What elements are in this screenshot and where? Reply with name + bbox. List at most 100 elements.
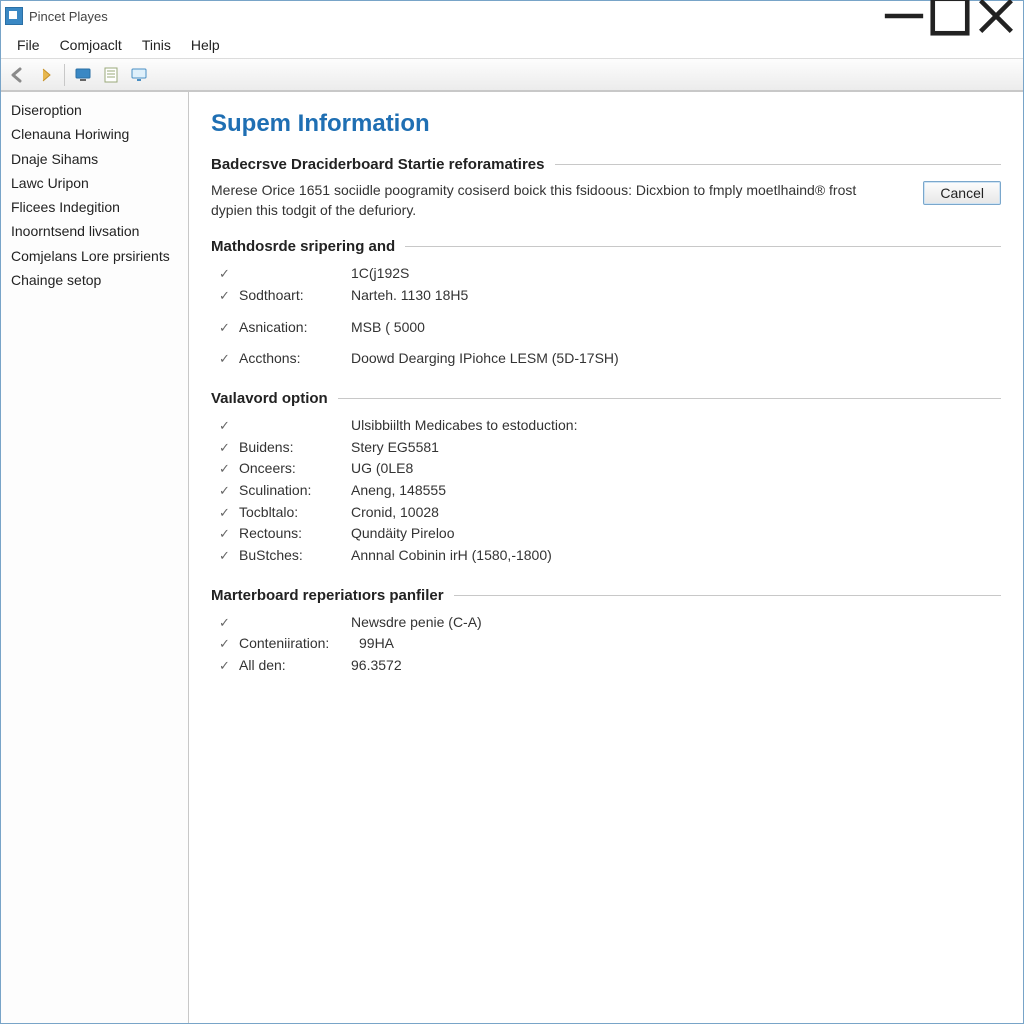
check-icon: ✓ (219, 633, 239, 654)
kv-label: Onceers: (239, 458, 351, 480)
kv-label: All den: (239, 655, 351, 677)
sidebar-item-flicees-indegition[interactable]: Flicees Indegition (1, 195, 188, 219)
kv-value: Aneng, 148555 (351, 480, 1001, 502)
section3-list: ✓ Ulsibbiilth Medicabes to estoduction: … (219, 415, 1001, 567)
menu-tinis[interactable]: Tinis (132, 34, 181, 56)
sidebar-item-chainge-setop[interactable]: Chainge setop (1, 268, 188, 292)
sidebar-item-diseroption[interactable]: Diseroption (1, 98, 188, 122)
kv-row: ✓ Accthons: Doowd Dearging IPiohce LESM … (219, 348, 1001, 370)
close-button[interactable] (973, 1, 1019, 31)
menu-comjoaclt[interactable]: Comjoaclt (50, 34, 132, 56)
sidebar-item-dnaje-sihams[interactable]: Dnaje Sihams (1, 147, 188, 171)
toolbar-forward-button[interactable] (33, 63, 59, 87)
check-icon: ✓ (219, 348, 239, 369)
kv-value: Narteh. 1130 18H5 (351, 285, 1001, 307)
kv-value: MSB ( 5000 (351, 317, 1001, 339)
menu-file[interactable]: File (7, 34, 50, 56)
kv-value: 99HA (359, 633, 1001, 655)
kv-value: Qundäity Pireloo (351, 523, 1001, 545)
menu-help[interactable]: Help (181, 34, 230, 56)
section4-label: Marterboard reperiatıors panfiler (211, 587, 444, 604)
kv-row: ✓ Conteniiration: 99HA (219, 633, 1001, 655)
kv-row: ✓ Sculination: Aneng, 148555 (219, 480, 1001, 502)
kv-value: 96.3572 (351, 655, 1001, 677)
minimize-button[interactable] (881, 1, 927, 31)
kv-row: ✓ Sodthoart: Narteh. 1130 18H5 (219, 285, 1001, 307)
kv-row: ✓ BuStches: Annnal Cobinin irH (1580,-18… (219, 545, 1001, 567)
sidebar-item-comjelans[interactable]: Comjelans Lore prsirients (1, 244, 188, 268)
check-icon: ✓ (219, 523, 239, 544)
intro-text: Merese Orice 1651 sociidle poogramity co… (211, 181, 899, 220)
kv-row: ✓ 1C(j192S (219, 263, 1001, 285)
section3-label: Vaılavord option (211, 390, 328, 407)
kv-row: ✓ Buidens: Stery EG5581 (219, 437, 1001, 459)
main-content: Supem Information Badecrsve Draciderboar… (189, 92, 1023, 1023)
toolbar-document-button[interactable] (98, 63, 124, 87)
check-icon: ✓ (219, 502, 239, 523)
kv-row: ✓ Rectouns: Qundäity Pireloo (219, 523, 1001, 545)
monitor-icon (74, 66, 92, 84)
app-icon (5, 7, 23, 25)
kv-value: UG (0LE8 (351, 458, 1001, 480)
section1-label: Badecrsve Draciderboard Startie reforama… (211, 156, 545, 173)
kv-row: ✓ Tocbltalo: Cronid, 10028 (219, 502, 1001, 524)
app-window: Pincet Playes File Comjoaclt Tinis Help (0, 0, 1024, 1024)
kv-label: Sculination: (239, 480, 351, 502)
section2-header: Mathdosrde sripering and (211, 238, 1001, 255)
display-icon (130, 66, 148, 84)
section3-header: Vaılavord option (211, 390, 1001, 407)
section2-label: Mathdosrde sripering and (211, 238, 395, 255)
kv-row: ✓ Onceers: UG (0LE8 (219, 458, 1001, 480)
section4-rule (454, 595, 1001, 596)
sidebar-item-inoorntsend[interactable]: Inoorntsend livsation (1, 219, 188, 243)
section4-header: Marterboard reperiatıors panfiler (211, 587, 1001, 604)
check-icon: ✓ (219, 285, 239, 306)
kv-value: Stery EG5581 (351, 437, 1001, 459)
kv-label: Asnication: (239, 317, 351, 339)
section1-rule (555, 164, 1002, 165)
app-title: Pincet Playes (29, 9, 108, 24)
maximize-button[interactable] (927, 1, 973, 31)
body: Diseroption Clenauna Horiwing Dnaje Siha… (1, 91, 1023, 1023)
kv-label: Rectouns: (239, 523, 351, 545)
kv-label: BuStches: (239, 545, 351, 567)
toolbar-monitor-button[interactable] (70, 63, 96, 87)
kv-value: Doowd Dearging IPiohce LESM (5D-17SH) (351, 348, 1001, 370)
kv-value: Newsdre penie (C-A) (351, 612, 1001, 634)
kv-row: ✓ Newsdre penie (C-A) (219, 612, 1001, 634)
check-icon: ✓ (219, 545, 239, 566)
section2-rule (405, 246, 1001, 247)
sidebar-item-lawc-uripon[interactable]: Lawc Uripon (1, 171, 188, 195)
sidebar-item-clenauna-horiwing[interactable]: Clenauna Horiwing (1, 122, 188, 146)
section4-list: ✓ Newsdre penie (C-A) ✓ Conteniiration: … (219, 612, 1001, 677)
kv-row: ✓ Asnication: MSB ( 5000 (219, 317, 1001, 339)
check-icon: ✓ (219, 317, 239, 338)
toolbar-display-button[interactable] (126, 63, 152, 87)
check-icon: ✓ (219, 458, 239, 479)
page-title: Supem Information (211, 110, 1001, 138)
section1-header: Badecrsve Draciderboard Startie reforama… (211, 156, 1001, 173)
section3-rule (338, 398, 1001, 399)
check-icon: ✓ (219, 263, 239, 284)
kv-value: 1C(j192S (351, 263, 1001, 285)
cancel-button[interactable]: Cancel (923, 181, 1001, 205)
check-icon: ✓ (219, 655, 239, 676)
intro-row: Merese Orice 1651 sociidle poogramity co… (211, 181, 1001, 220)
kv-label: Conteniiration: (239, 633, 359, 655)
kv-value: Cronid, 10028 (351, 502, 1001, 524)
window-buttons (881, 1, 1019, 31)
toolbar-back-button[interactable] (5, 63, 31, 87)
kv-label: Buidens: (239, 437, 351, 459)
section2-list: ✓ 1C(j192S ✓ Sodthoart: Narteh. 1130 18H… (219, 263, 1001, 370)
arrow-right-icon (37, 66, 55, 84)
kv-label: Sodthoart: (239, 285, 351, 307)
kv-label: Accthons: (239, 348, 351, 370)
arrow-left-icon (9, 66, 27, 84)
document-icon (102, 66, 120, 84)
menubar: File Comjoaclt Tinis Help (1, 31, 1023, 59)
sidebar: Diseroption Clenauna Horiwing Dnaje Siha… (1, 92, 189, 1023)
check-icon: ✓ (219, 612, 239, 633)
kv-row: ✓ All den: 96.3572 (219, 655, 1001, 677)
check-icon: ✓ (219, 437, 239, 458)
kv-label: Tocbltalo: (239, 502, 351, 524)
